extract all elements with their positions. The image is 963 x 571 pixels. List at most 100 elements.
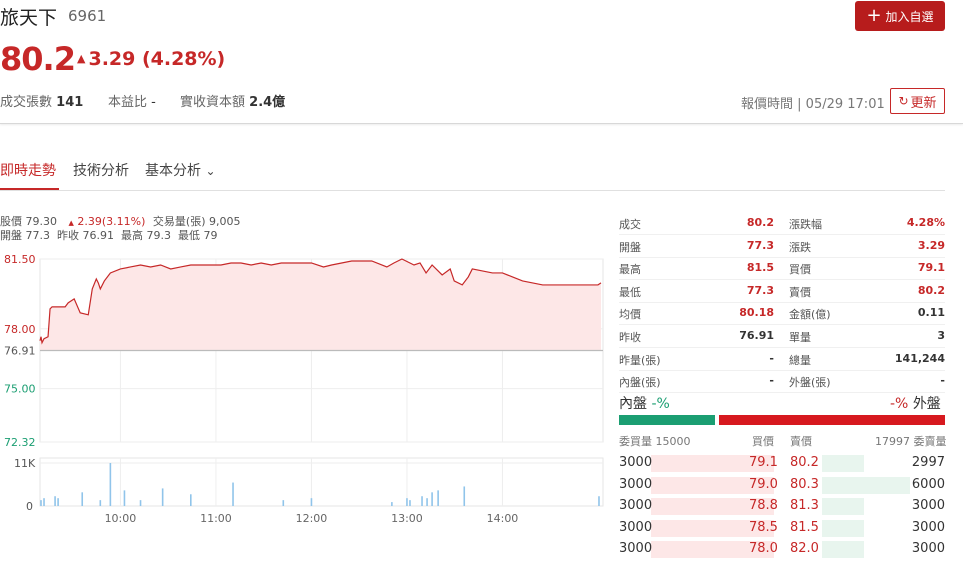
- ob-header-bid: 買價: [752, 435, 774, 448]
- volume-bar: [43, 498, 45, 506]
- chart-info-line2: 開盤 77.3 昨收 76.91 最高 79.3 最低 79: [0, 229, 218, 242]
- summary-left-value: 77.3: [746, 283, 774, 297]
- summary-right-label: 單量: [789, 331, 811, 344]
- bid-volume: 3000: [619, 476, 653, 492]
- bid-price: 79.0: [749, 476, 778, 492]
- ask-volume: 6000: [911, 476, 945, 492]
- stock-price: 80.2: [0, 40, 76, 78]
- ask-volume: 3000: [911, 541, 945, 556]
- summary-left-label: 內盤(張): [619, 376, 661, 390]
- summary-left-value: 81.5: [746, 261, 774, 275]
- price-area: [40, 259, 601, 351]
- summary-right-value: 0.11: [917, 306, 945, 320]
- ask-price: 82.0: [790, 541, 819, 556]
- volume-bar: [409, 500, 411, 506]
- bid-volume: 3000: [619, 498, 653, 513]
- meta-volume: 成交張數 141: [0, 95, 84, 110]
- refresh-icon: ↻: [898, 94, 909, 108]
- ask-volume: 2997: [911, 455, 945, 470]
- summary-row: 開盤 77.3 漲跌 3.29: [619, 235, 945, 258]
- stock-header: 旅天下 6961 80.2 ▲ 3.29 (4.28%) 成交張數 141 本益比…: [0, 0, 963, 124]
- orderbook-row: 3000 78.8 81.3 3000: [619, 496, 945, 517]
- summary-left-label: 昨收: [619, 331, 641, 344]
- bid-price: 78.0: [749, 541, 778, 556]
- volume-bar: [99, 500, 102, 506]
- volume-bar: [406, 498, 408, 506]
- summary-left-label: 最低: [619, 285, 641, 299]
- volume-bar: [57, 498, 59, 506]
- summary-left-value: 77.3: [746, 238, 774, 252]
- summary-right-label: 漲跌: [789, 240, 811, 254]
- summary-right-label: 賣價: [789, 285, 811, 299]
- x-tick-label: 10:00: [105, 512, 137, 525]
- bid-volume: 3000: [619, 519, 653, 535]
- volume-bar: [431, 492, 433, 506]
- volume-bar: [161, 488, 164, 506]
- bid-volume: 3000: [619, 541, 653, 556]
- change-text: 3.29 (4.28%): [88, 48, 226, 70]
- summary-row: 最低 77.3 賣價 80.2: [619, 280, 945, 303]
- summary-row: 最高 81.5 買價 79.1: [619, 257, 945, 281]
- refresh-button[interactable]: ↻ 更新: [890, 88, 945, 114]
- add-watchlist-button[interactable]: + 加入自選: [855, 1, 945, 31]
- meta-pe: 本益比 -: [108, 95, 156, 110]
- volume-bar: [139, 500, 142, 506]
- ask-price: 81.5: [790, 519, 819, 535]
- volume-tick-label: 0: [26, 500, 33, 513]
- x-tick-label: 11:00: [200, 512, 232, 525]
- summary-right-label: 買價: [789, 263, 811, 277]
- summary-right-label: 金額(億): [789, 308, 831, 322]
- summary-right-value: 3: [937, 329, 945, 342]
- summary-left-value: 76.91: [739, 329, 774, 342]
- quote-time: 報價時間 | 05/29 17:01: [741, 97, 885, 112]
- y-tick-label: 76.91: [4, 345, 36, 358]
- summary-left-label: 成交: [619, 218, 641, 231]
- orderbook-row: 3000 78.0 82.0 3000: [619, 539, 945, 560]
- y-tick-label: 78.00: [4, 323, 36, 336]
- volume-bar: [40, 500, 42, 506]
- ask-depth-bar: [822, 498, 864, 515]
- bid-price: 78.5: [749, 519, 778, 535]
- ask-price: 80.3: [790, 476, 819, 492]
- x-tick-label: 12:00: [296, 512, 328, 525]
- summary-left-label: 最高: [619, 263, 641, 277]
- summary-left-label: 均價: [619, 308, 641, 322]
- volume-bar: [190, 494, 192, 506]
- ob-header-ask: 賣價: [790, 435, 812, 448]
- ask-depth-bar: [822, 455, 864, 472]
- summary-right-value: 4.28%: [906, 216, 945, 229]
- summary-left-label: 昨量(張): [619, 353, 661, 367]
- ask-depth-bar: [822, 519, 864, 537]
- y-tick-label: 75.00: [4, 383, 36, 396]
- summary-right-value: 80.2: [917, 283, 945, 297]
- outer-ratio-bar: [719, 415, 945, 425]
- outer-ratio: -% 外盤: [890, 396, 941, 412]
- volume-bar: [421, 496, 423, 506]
- stock-code: 6961: [68, 7, 107, 25]
- summary-left-label: 開盤: [619, 240, 641, 254]
- intraday-chart[interactable]: 10:00 11:00 12:00 13:00 14:00 81.50 78.00 76.91…: [0, 250, 610, 530]
- volume-bar: [598, 496, 600, 506]
- ask-volume: 3000: [911, 519, 945, 535]
- volume-bar: [109, 463, 112, 506]
- volume-bar: [123, 490, 126, 506]
- volume-bar: [437, 490, 439, 506]
- summary-right-label: 漲跌幅: [789, 218, 822, 231]
- volume-bar: [54, 496, 56, 506]
- summary-right-value: 3.29: [917, 238, 945, 252]
- ask-depth-bar: [822, 476, 910, 494]
- summary-right-label: 外盤(張): [789, 376, 831, 390]
- volume-bar: [232, 482, 234, 506]
- summary-right-label: 總量: [789, 353, 811, 367]
- tab-realtime[interactable]: 即時走勢: [0, 160, 56, 180]
- tab-technical[interactable]: 技術分析: [73, 160, 129, 180]
- y-tick-label: 81.50: [4, 253, 36, 266]
- summary-right-value: -: [940, 374, 945, 388]
- summary-left-value: -: [769, 351, 774, 365]
- x-tick-label: 13:00: [391, 512, 423, 525]
- summary-left-value: 80.2: [746, 216, 774, 229]
- orderbook-row: 3000 79.1 80.2 2997: [619, 453, 945, 474]
- ask-price: 80.2: [790, 455, 819, 470]
- tab-fundamental[interactable]: 基本分析 ⌄: [145, 160, 216, 180]
- summary-row: 成交 80.2 漲跌幅 4.28%: [619, 212, 945, 235]
